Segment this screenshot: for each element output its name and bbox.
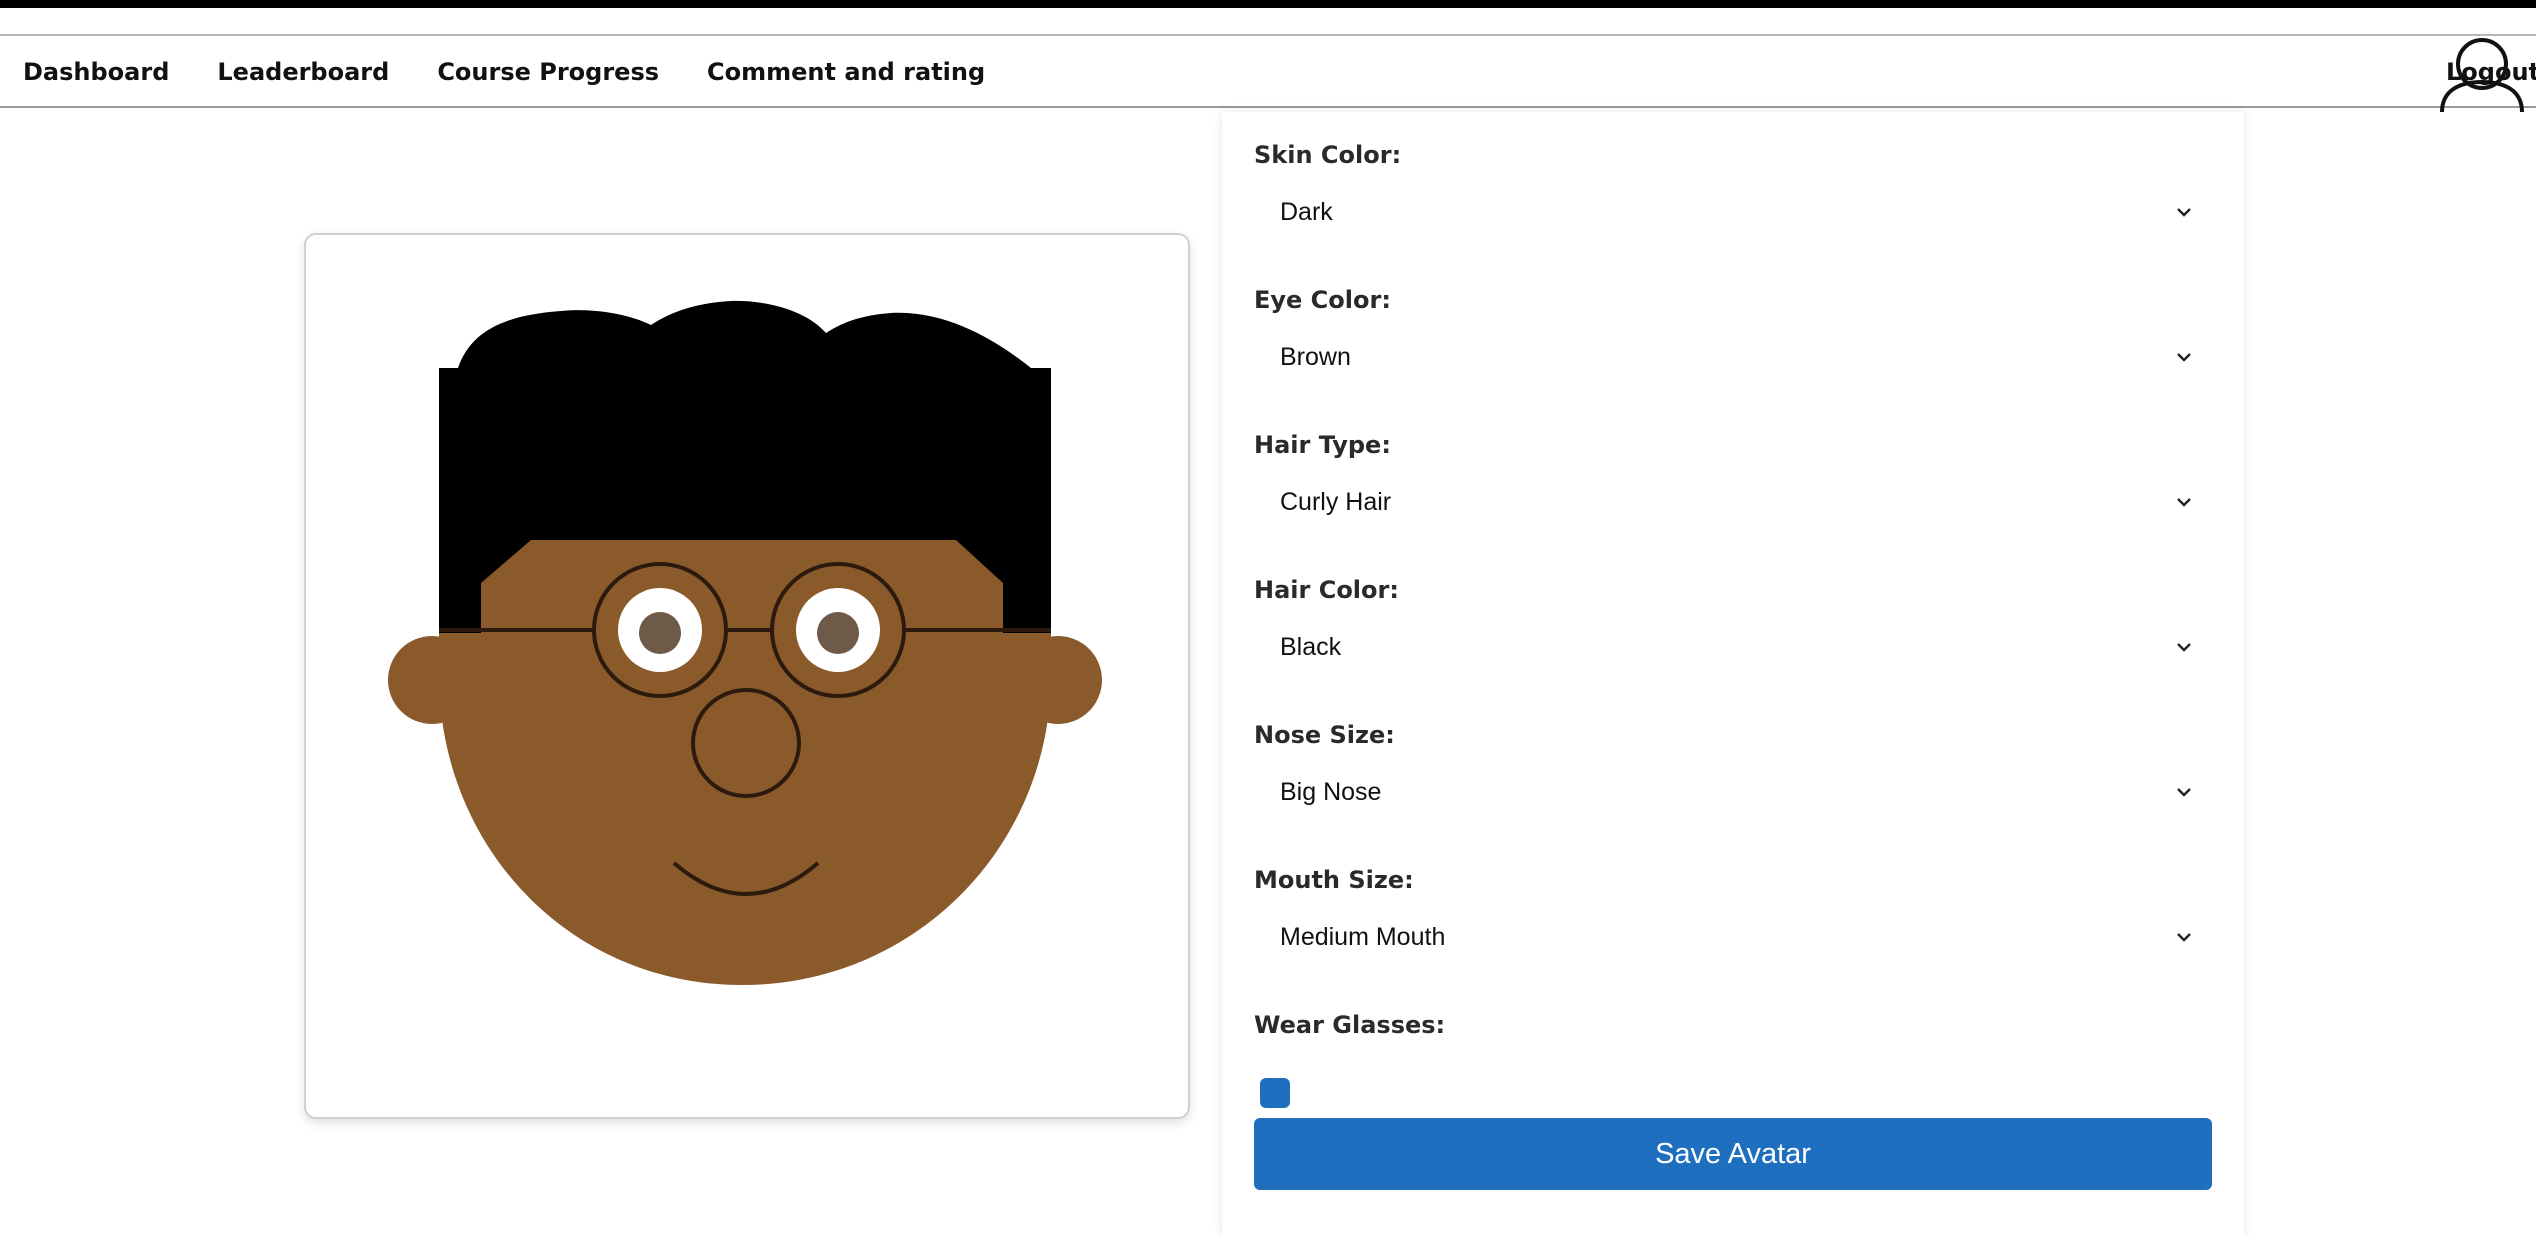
hair-color-value: Black — [1280, 632, 1342, 661]
hair-type-value: Curly Hair — [1280, 487, 1392, 516]
avatar-options-form: Skin Color: Dark Eye Color: Brown Hair T… — [1222, 112, 2244, 1236]
mouth-size-value: Medium Mouth — [1280, 922, 1446, 951]
chevron-down-icon — [2177, 353, 2191, 362]
nav-link-course-progress[interactable]: Course Progress — [437, 58, 659, 86]
hair-type-label: Hair Type: — [1254, 431, 1391, 459]
avatar-right-eye-iris — [817, 612, 859, 654]
avatar-face — [439, 540, 1051, 985]
logout-label: Logout — [2446, 58, 2536, 86]
chevron-down-icon — [2177, 208, 2191, 217]
mouth-size-select[interactable]: Medium Mouth — [1254, 909, 2212, 965]
logout-button[interactable]: Logout — [2434, 36, 2536, 112]
chevron-down-icon — [2177, 498, 2191, 507]
navbar: Dashboard Leaderboard Course Progress Co… — [0, 34, 2536, 112]
hair-color-label: Hair Color: — [1254, 576, 1399, 604]
nav-links: Dashboard Leaderboard Course Progress Co… — [23, 36, 1033, 108]
avatar-preview — [388, 300, 1102, 985]
wear-glasses-checkbox[interactable] — [1260, 1078, 1290, 1108]
eye-color-value: Brown — [1280, 342, 1351, 371]
chevron-down-icon — [2177, 933, 2191, 942]
mouth-size-label: Mouth Size: — [1254, 866, 1414, 894]
skin-color-label: Skin Color: — [1254, 141, 1402, 169]
skin-color-value: Dark — [1280, 197, 1333, 226]
nav-link-leaderboard[interactable]: Leaderboard — [217, 58, 389, 86]
eye-color-label: Eye Color: — [1254, 286, 1391, 314]
nose-size-label: Nose Size: — [1254, 721, 1395, 749]
avatar-left-eye-iris — [639, 612, 681, 654]
hair-color-select[interactable]: Black — [1254, 619, 2212, 675]
chevron-down-icon — [2177, 643, 2191, 652]
save-avatar-button[interactable]: Save Avatar — [1254, 1118, 2212, 1190]
top-black-bar — [0, 0, 2536, 8]
nav-link-dashboard[interactable]: Dashboard — [23, 58, 169, 86]
nose-size-select[interactable]: Big Nose — [1254, 764, 2212, 820]
hair-type-select[interactable]: Curly Hair — [1254, 474, 2212, 530]
avatar-preview-card — [304, 233, 1190, 1119]
nose-size-value: Big Nose — [1280, 777, 1382, 806]
eye-color-select[interactable]: Brown — [1254, 329, 2212, 385]
nav-link-comment-and-rating[interactable]: Comment and rating — [707, 58, 985, 86]
chevron-down-icon — [2177, 788, 2191, 797]
skin-color-select[interactable]: Dark — [1254, 184, 2212, 240]
wear-glasses-label: Wear Glasses: — [1254, 1011, 1446, 1039]
